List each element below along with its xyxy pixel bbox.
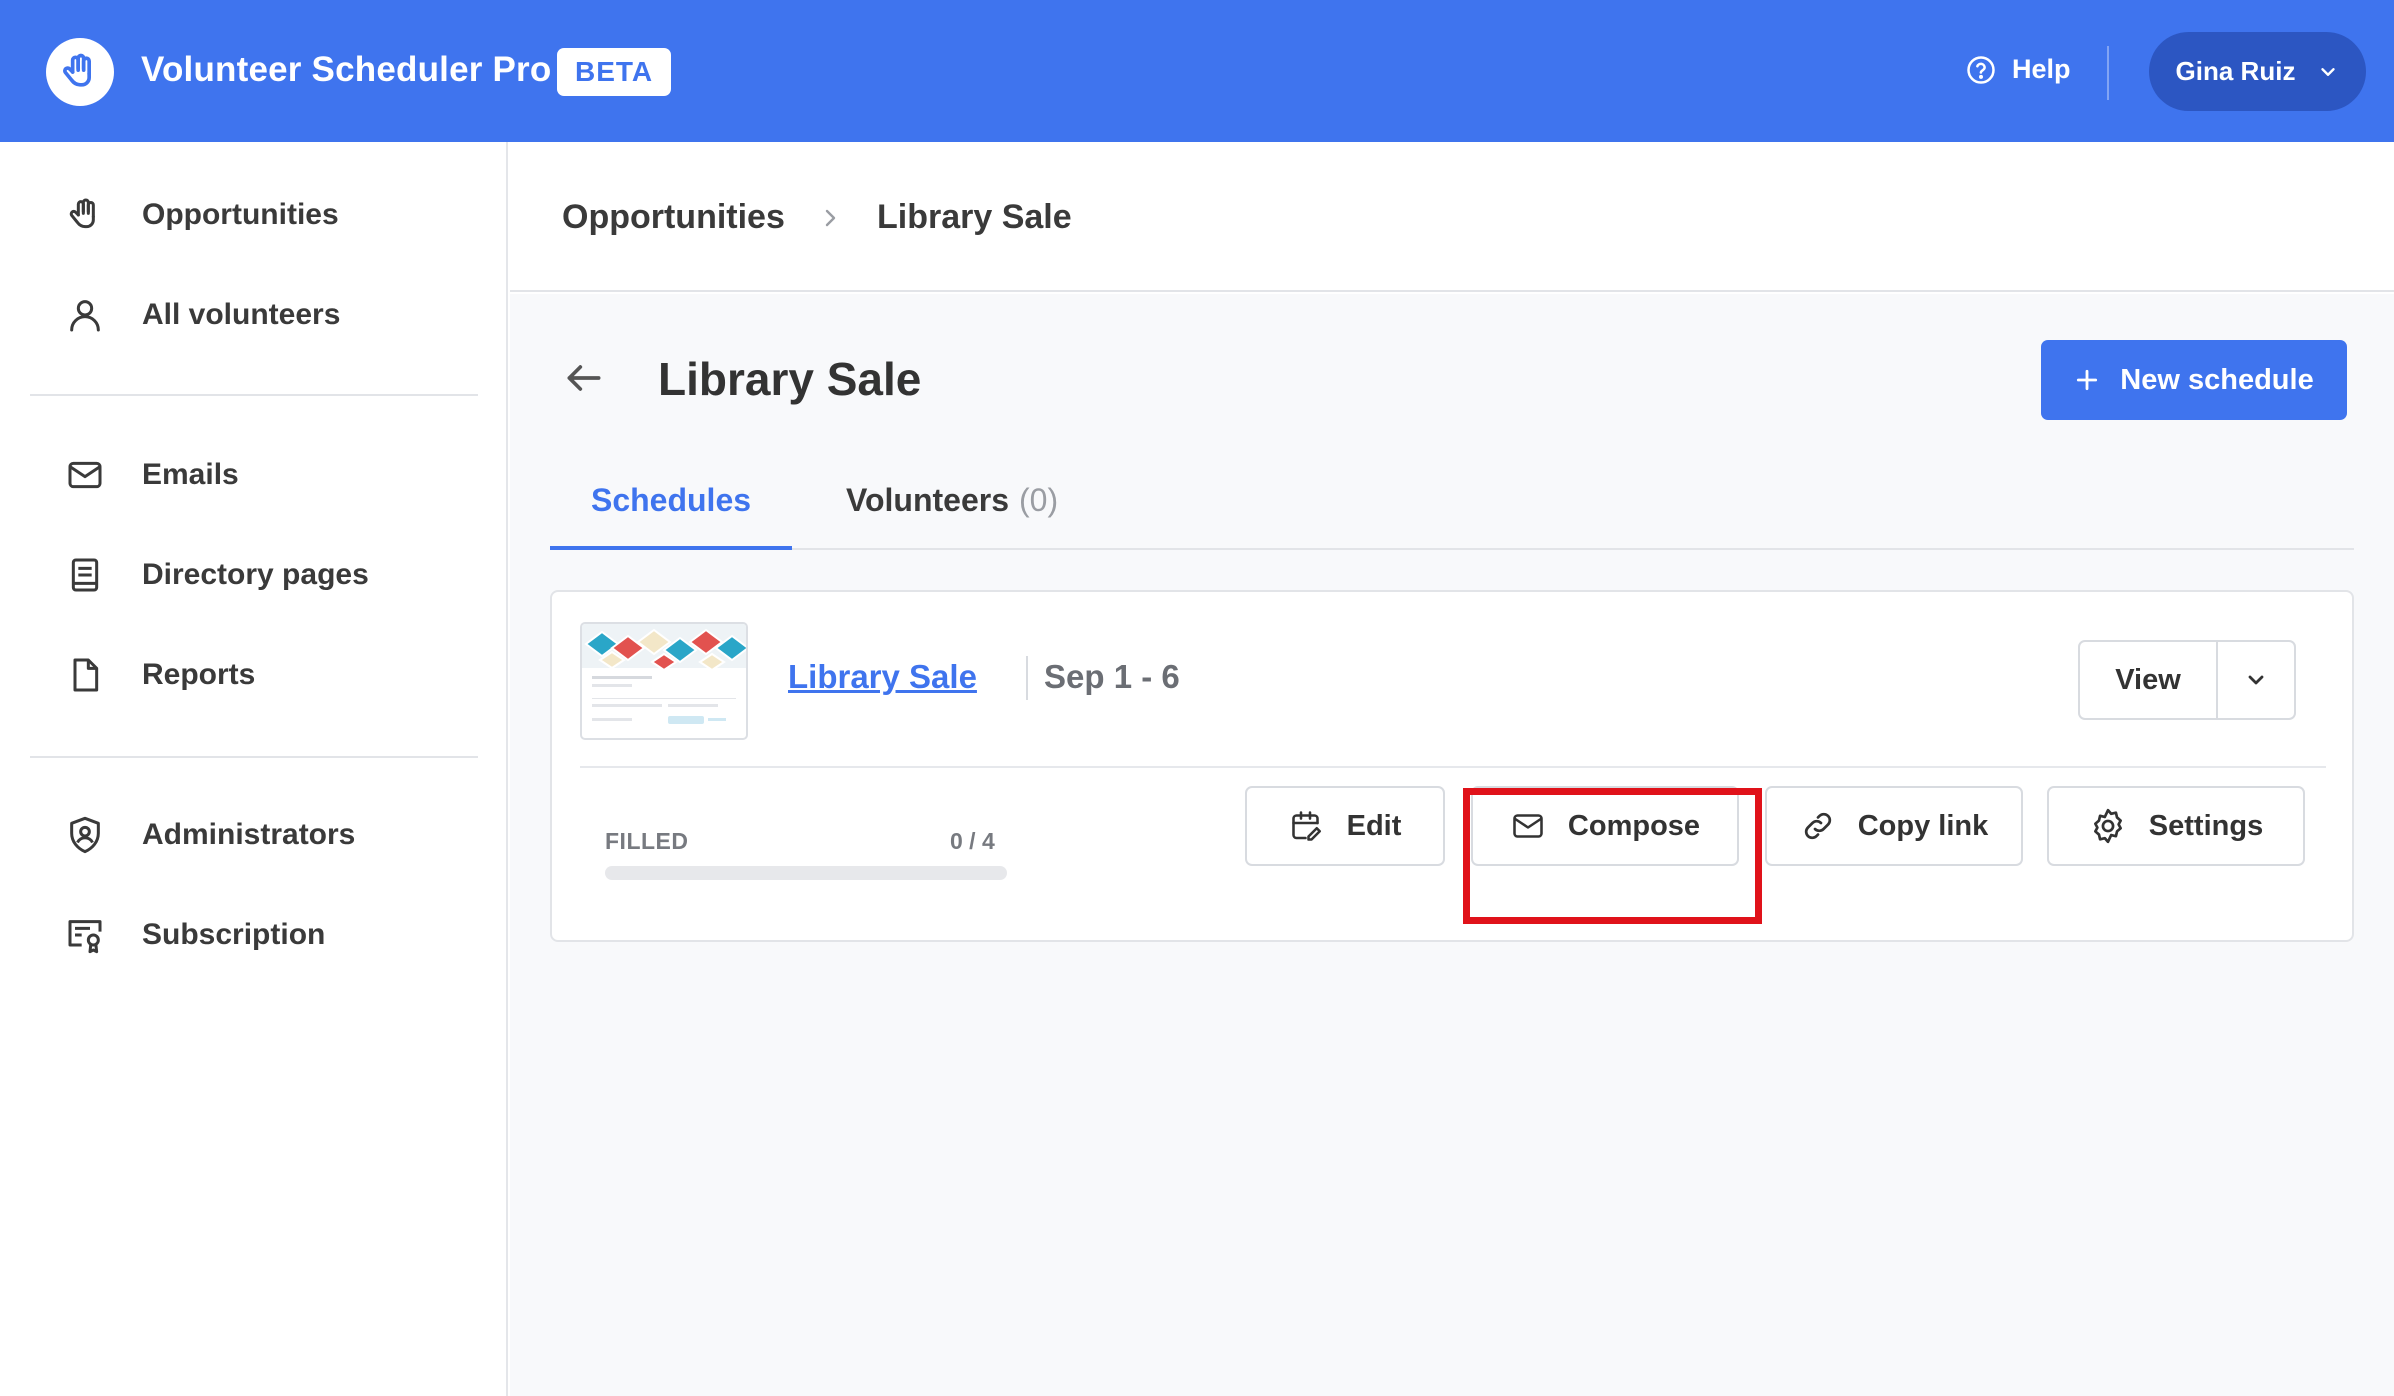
view-button[interactable]: View [2080, 642, 2218, 718]
new-schedule-button[interactable]: New schedule [2041, 340, 2347, 420]
sidebar-divider [30, 394, 478, 396]
header-divider [2107, 46, 2109, 100]
sidebar-item-opportunities[interactable]: Opportunities [64, 194, 339, 236]
chevron-down-icon [2321, 67, 2336, 76]
chevron-right-icon [818, 204, 842, 237]
copy-link-button[interactable]: Copy link [1765, 786, 2023, 866]
sidebar-item-label: Directory pages [142, 558, 369, 591]
schedule-card: Library Sale Sep 1 - 6 View FILLED 0 / 4… [550, 590, 2354, 942]
beta-badge: BETA [557, 48, 672, 96]
calendar-edit-icon [1291, 811, 1321, 841]
sidebar-item-reports[interactable]: Reports [64, 654, 255, 696]
sidebar-divider [30, 756, 478, 758]
sidebar: Opportunities All volunteers Emails Dire… [0, 142, 508, 1396]
view-button-group: View [2078, 640, 2296, 720]
sidebar-item-administrators[interactable]: Administrators [64, 814, 355, 856]
card-divider [580, 766, 2326, 768]
app-header: Volunteer Scheduler Pro BETA Help Gina R… [0, 0, 2394, 142]
compose-button[interactable]: Compose [1471, 786, 1739, 866]
schedule-thumbnail[interactable] [580, 622, 748, 740]
shield-user-icon [64, 814, 106, 856]
schedule-name-link[interactable]: Library Sale [788, 658, 977, 696]
sidebar-item-label: All volunteers [142, 298, 341, 331]
sidebar-item-label: Reports [142, 658, 256, 691]
help-label: Help [2012, 54, 2071, 84]
sidebar-item-label: Subscription [142, 918, 326, 951]
sidebar-item-directory-pages[interactable]: Directory pages [64, 554, 369, 596]
sidebar-item-label: Administrators [142, 818, 356, 851]
settings-label: Settings [2148, 809, 2264, 842]
chevron-down-icon [2248, 675, 2264, 685]
help-link[interactable]: Help [1966, 54, 2071, 85]
tab-bar: Schedules Volunteers (0) [550, 474, 2354, 550]
user-icon [64, 294, 106, 336]
link-icon [1804, 812, 1831, 840]
sidebar-item-subscription[interactable]: Subscription [64, 914, 325, 956]
certificate-icon [64, 914, 106, 956]
page-title: Library Sale [658, 353, 922, 405]
sidebar-item-label: Opportunities [142, 198, 339, 231]
edit-label: Edit [1346, 809, 1402, 842]
filled-count: 0 / 4 [950, 828, 995, 854]
tab-schedules-label: Schedules [590, 482, 752, 518]
file-icon [64, 654, 106, 696]
hand-icon [64, 194, 106, 236]
filled-label: FILLED [605, 828, 689, 854]
compose-label: Compose [1567, 809, 1701, 842]
hand-logo-icon[interactable] [46, 38, 114, 106]
tab-volunteers-count: (0) [1019, 482, 1059, 518]
user-name: Gina Ruiz [2175, 56, 2296, 86]
help-circle-icon [1967, 55, 1995, 84]
edit-button[interactable]: Edit [1245, 786, 1445, 866]
mail-icon [1513, 814, 1543, 838]
app-title: Volunteer Scheduler Pro [141, 50, 552, 89]
settings-button[interactable]: Settings [2047, 786, 2305, 866]
sidebar-item-label: Emails [142, 458, 239, 491]
tab-volunteers[interactable]: Volunteers (0) [846, 474, 1058, 550]
book-icon [64, 554, 106, 596]
sidebar-item-all-volunteers[interactable]: All volunteers [64, 294, 340, 336]
main-content: Library Sale New schedule Schedules Volu… [510, 294, 2394, 1396]
breadcrumb-current: Library Sale [877, 198, 1072, 236]
breadcrumb: Opportunities Library Sale [510, 142, 2394, 292]
breadcrumb-parent-link[interactable]: Opportunities [562, 198, 785, 237]
sidebar-item-emails[interactable]: Emails [64, 454, 239, 496]
tab-schedules[interactable]: Schedules [550, 474, 792, 550]
schedule-separator [1026, 656, 1028, 700]
tab-volunteers-label: Volunteers [846, 482, 1009, 518]
filled-progress-bar [605, 866, 1007, 880]
mail-icon [64, 454, 106, 496]
back-arrow-icon[interactable] [562, 356, 606, 405]
gear-icon [2093, 808, 2122, 844]
copy-link-label: Copy link [1857, 809, 1989, 842]
view-dropdown-toggle[interactable] [2218, 642, 2294, 718]
new-schedule-label: New schedule [2120, 363, 2314, 396]
user-menu-button[interactable]: Gina Ruiz [2149, 32, 2366, 111]
schedule-dates: Sep 1 - 6 [1044, 658, 1180, 695]
plus-icon [2077, 369, 2098, 391]
